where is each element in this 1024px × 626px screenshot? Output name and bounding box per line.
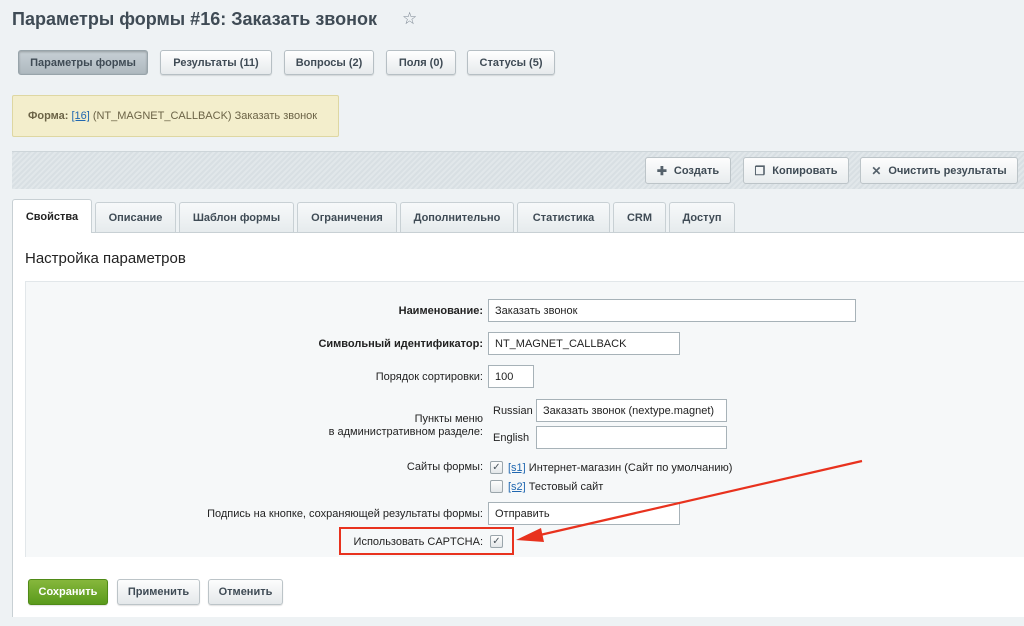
tab-access[interactable]: Доступ (669, 202, 735, 232)
name-input[interactable]: Заказать звонок (488, 299, 856, 322)
captcha-highlight-box (339, 527, 514, 555)
notice-text: (NT_MAGNET_CALLBACK) Заказать звонок (92, 110, 318, 122)
menu-en-lang: English (493, 432, 530, 444)
copy-button[interactable]: ❐ Копировать (743, 157, 849, 184)
tab-fields[interactable]: Поля (0) (386, 50, 456, 75)
copy-label: Копировать (772, 164, 838, 177)
create-label: Создать (673, 164, 720, 177)
page-title: Параметры формы #16: Заказать звонок (12, 9, 377, 29)
site1-checkbox[interactable]: ✓ (490, 461, 503, 474)
button-caption-input[interactable]: Отправить (488, 502, 680, 525)
save-button[interactable]: Сохранить (28, 579, 108, 605)
tab-description[interactable]: Описание (95, 202, 176, 232)
clear-label: Очистить результаты (888, 164, 1007, 177)
copy-icon: ❐ (754, 163, 766, 178)
tab-form-params[interactable]: Параметры формы (18, 50, 148, 75)
site1-code-link[interactable]: [s1] (508, 462, 526, 474)
sort-label: Порядок сортировки: (375, 371, 483, 383)
tab-questions[interactable]: Вопросы (2) (284, 50, 374, 75)
name-label: Наименование: (398, 305, 483, 317)
sid-input[interactable]: NT_MAGNET_CALLBACK (488, 332, 680, 355)
menu-label-line2: в административном разделе: (328, 426, 483, 438)
site1-option: [s1] Интернет-магазин (Сайт по умолчанию… (508, 462, 732, 474)
menu-ru-lang: Russian (493, 405, 533, 417)
form-notice: Форма: [16] (NT_MAGNET_CALLBACK) Заказат… (12, 95, 339, 137)
tab-additional[interactable]: Дополнительно (400, 202, 514, 232)
menu-label-line1: Пункты меню (414, 413, 483, 425)
notice-form-link[interactable]: [16] (71, 110, 89, 122)
sites-label: Сайты формы: (406, 461, 483, 473)
tab-restrictions[interactable]: Ограничения (297, 202, 397, 232)
sid-label: Символьный идентификатор: (318, 338, 483, 350)
site2-checkbox[interactable] (490, 480, 503, 493)
site2-option: [s2] Тестовый сайт (508, 481, 603, 493)
clear-results-button[interactable]: ✕ Очистить результаты (860, 157, 1018, 184)
site2-code-link[interactable]: [s2] (508, 481, 526, 493)
create-button[interactable]: ✚ Создать (645, 157, 731, 184)
favorite-star-icon[interactable]: ☆ (402, 9, 417, 29)
tab-crm[interactable]: CRM (613, 202, 666, 232)
section-title: Настройка параметров (25, 250, 186, 267)
plus-icon: ✚ (656, 163, 667, 178)
cancel-button[interactable]: Отменить (208, 579, 283, 605)
menu-en-input[interactable] (536, 426, 727, 449)
apply-button[interactable]: Применить (117, 579, 200, 605)
tab-statuses[interactable]: Статусы (5) (467, 50, 555, 75)
button-caption-label: Подпись на кнопке, сохраняющей результат… (207, 508, 483, 520)
site1-name: Интернет-магазин (Сайт по умолчанию) (528, 462, 733, 474)
notice-prefix: Форма: (28, 110, 69, 122)
menu-ru-input[interactable]: Заказать звонок (nextype.magnet) (536, 399, 727, 422)
sort-input[interactable]: 100 (488, 365, 534, 388)
tab-properties[interactable]: Свойства (12, 199, 92, 233)
close-icon: ✕ (871, 163, 882, 178)
tab-results[interactable]: Результаты (11) (160, 50, 272, 75)
tab-form-template[interactable]: Шаблон формы (179, 202, 294, 232)
tab-statistics[interactable]: Статистика (517, 202, 610, 232)
site2-name: Тестовый сайт (528, 481, 604, 493)
